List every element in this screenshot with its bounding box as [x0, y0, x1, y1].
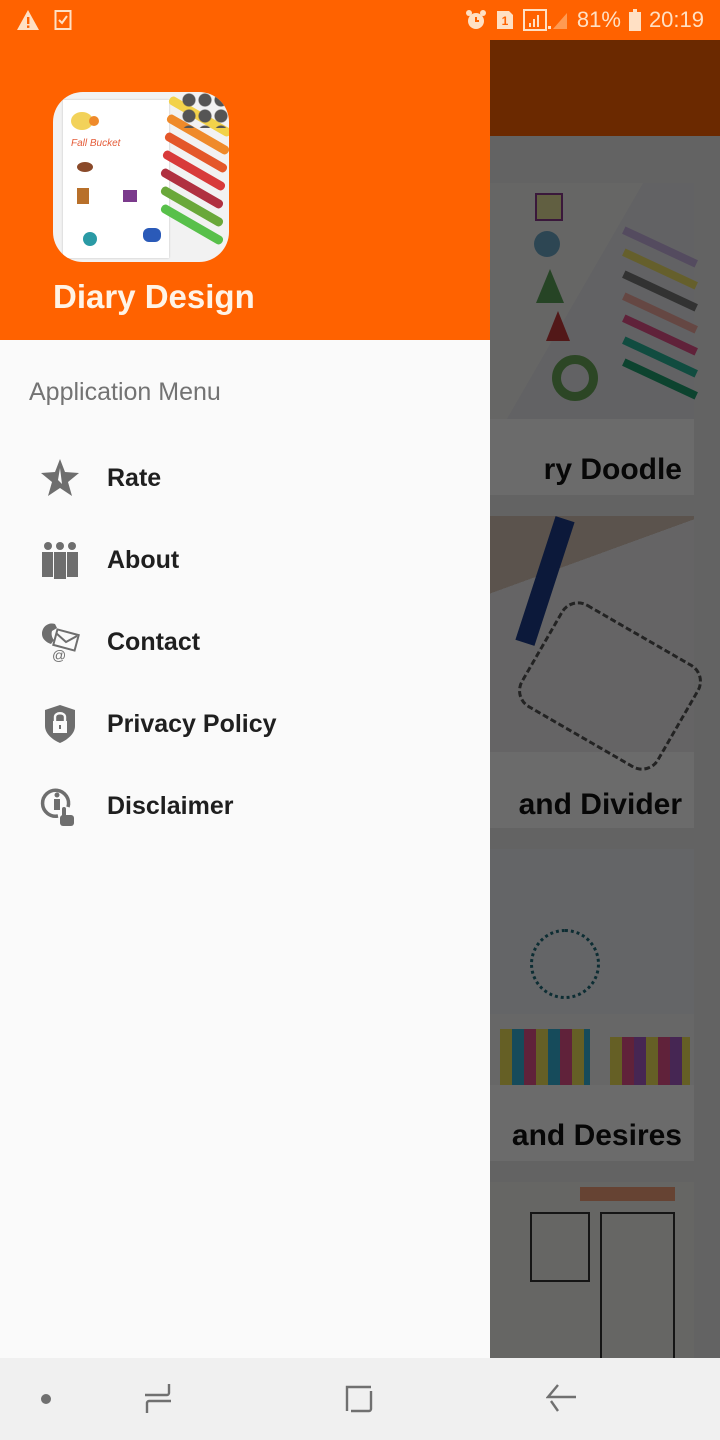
recent-apps-icon[interactable] — [128, 1369, 188, 1429]
contact-phone-mail-icon: @ — [38, 620, 82, 664]
dot-indicator-icon[interactable] — [16, 1369, 76, 1429]
people-icon — [38, 538, 82, 582]
screen: ry Doodle and Divider and Desires — [0, 0, 720, 1440]
menu-label: About — [107, 545, 180, 574]
status-bar: 1 81% 20:19 — [0, 0, 720, 40]
clock: 20:19 — [648, 7, 704, 32]
menu-label: Privacy Policy — [107, 709, 277, 738]
system-nav-bar — [0, 1358, 720, 1440]
menu-item-contact[interactable]: @ Contact — [0, 601, 490, 683]
svg-text:1: 1 — [502, 14, 509, 28]
logo-caps — [181, 92, 229, 128]
menu-item-disclaimer[interactable]: Disclaimer — [0, 765, 490, 847]
warning-icon — [16, 9, 40, 31]
alarm-icon — [465, 9, 487, 31]
info-touch-icon — [38, 784, 82, 828]
menu-item-about[interactable]: About — [0, 519, 490, 601]
menu-item-rate[interactable]: Rate — [0, 437, 490, 519]
shield-lock-icon — [38, 702, 82, 746]
drawer-header: Fall Bucket Diary Design — [0, 0, 490, 340]
battery-percent: 81% — [576, 7, 621, 32]
menu-item-privacy-policy[interactable]: Privacy Policy — [0, 683, 490, 765]
navigation-drawer: Fall Bucket Diary Design Application Men… — [0, 0, 490, 1360]
signal-icon — [522, 9, 569, 31]
logo-paper: Fall Bucket — [63, 100, 169, 258]
menu-label: Disclaimer — [107, 791, 234, 820]
sim-1-icon: 1 — [495, 9, 515, 31]
menu-label: Rate — [107, 463, 162, 492]
star-icon — [38, 456, 82, 500]
home-icon[interactable] — [329, 1369, 389, 1429]
svg-text:@: @ — [52, 647, 66, 662]
app-logo: Fall Bucket — [53, 92, 229, 262]
task-check-icon — [54, 9, 72, 31]
app-title: Diary Design — [53, 278, 255, 315]
section-header: Application Menu — [29, 378, 221, 406]
back-icon[interactable] — [532, 1369, 592, 1429]
battery-icon — [628, 9, 641, 31]
menu-label: Contact — [107, 627, 201, 656]
